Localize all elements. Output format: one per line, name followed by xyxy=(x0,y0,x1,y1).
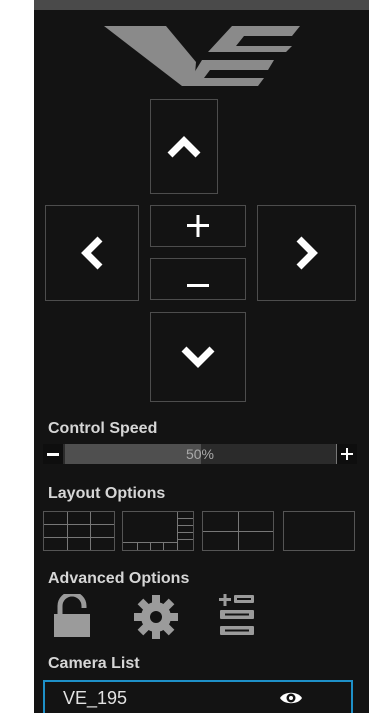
camera-list-label: Camera List xyxy=(48,655,140,672)
eye-icon[interactable] xyxy=(279,690,303,706)
pan-down-button[interactable] xyxy=(150,312,246,402)
layout-grid-2x2[interactable] xyxy=(202,511,274,551)
pan-left-button[interactable] xyxy=(45,205,139,301)
list-add-icon[interactable] xyxy=(219,594,255,640)
pan-up-button[interactable] xyxy=(150,99,218,194)
ve-logo xyxy=(104,20,304,92)
ptz-control-panel: Control Speed 50% Layout Options Advance… xyxy=(34,0,369,713)
layout-single[interactable] xyxy=(283,511,355,551)
chevron-up-icon xyxy=(167,135,201,157)
layout-grid-3x3[interactable] xyxy=(43,511,115,551)
layout-quad-icon xyxy=(203,512,273,550)
speed-increase-button[interactable] xyxy=(336,444,357,464)
layout-grid-icon xyxy=(44,512,114,550)
zoom-out-button[interactable] xyxy=(150,258,246,300)
panel-top-bar xyxy=(34,0,369,10)
camera-name: VE_195 xyxy=(63,688,128,708)
advanced-options-label: Advanced Options xyxy=(48,570,190,587)
layout-options-label: Layout Options xyxy=(48,485,166,502)
plus-icon xyxy=(187,215,209,237)
layout-1-plus-many[interactable] xyxy=(122,511,194,551)
zoom-in-button[interactable] xyxy=(150,205,246,247)
minus-icon xyxy=(187,284,209,287)
lock-open-icon[interactable] xyxy=(54,594,90,638)
chevron-left-icon xyxy=(81,236,103,270)
chevron-right-icon xyxy=(296,236,318,270)
gear-icon[interactable] xyxy=(134,595,178,639)
control-speed-label: Control Speed xyxy=(48,420,158,437)
chevron-down-icon xyxy=(181,346,215,368)
camera-list-item[interactable]: VE_195 xyxy=(43,680,353,713)
pan-right-button[interactable] xyxy=(257,205,356,301)
speed-slider[interactable]: 50% xyxy=(43,444,357,464)
layout-main-plus-thumbs-icon xyxy=(123,512,193,550)
speed-value: 50% xyxy=(185,446,215,462)
